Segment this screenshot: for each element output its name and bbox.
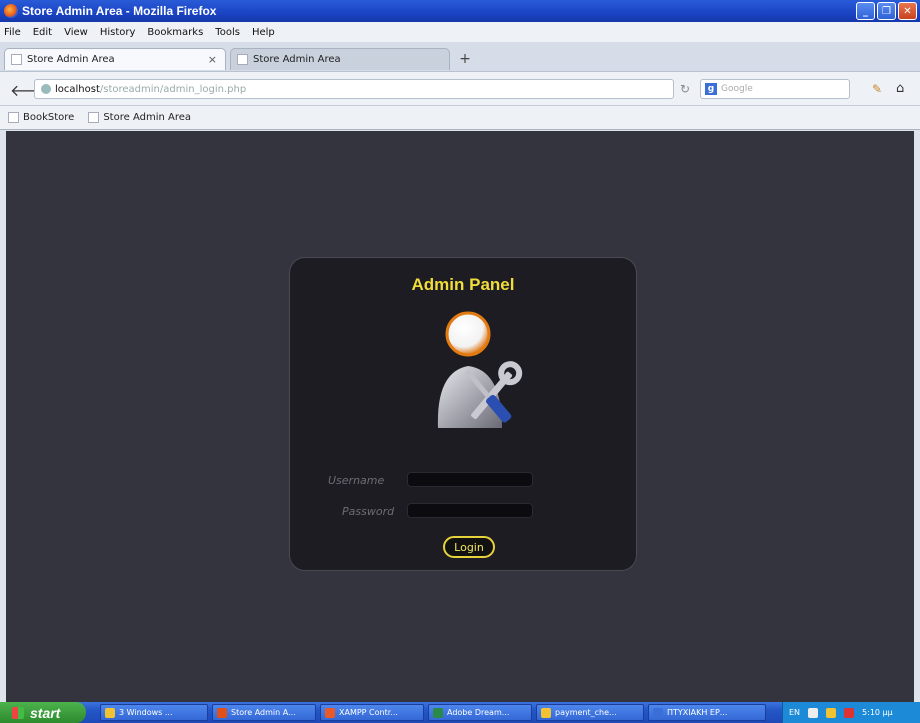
- close-window-button[interactable]: ✕: [898, 2, 917, 20]
- username-label: Username: [328, 474, 385, 487]
- firefox-icon: [4, 4, 18, 18]
- taskbar-item-firefox[interactable]: Store Admin A...: [212, 704, 316, 721]
- page-favicon-icon: [11, 54, 22, 65]
- window-title-bar: Store Admin Area - Mozilla Firefox _ ❐ ✕: [0, 0, 920, 22]
- firefox-icon: [217, 707, 227, 718]
- taskbar-item-payment[interactable]: payment_che...: [536, 704, 644, 721]
- new-tab-button[interactable]: +: [454, 50, 476, 68]
- bookmark-favicon-icon: [88, 112, 100, 123]
- taskbar-item-label: ΠΤΥΧΙΑΚΗ ΕΡ...: [667, 708, 728, 717]
- word-icon: [653, 707, 663, 718]
- site-identity-icon[interactable]: [41, 84, 51, 94]
- taskbar-item-windows[interactable]: 3 Windows ...: [100, 704, 208, 721]
- tray-network-icon[interactable]: [808, 707, 819, 718]
- file-icon: [541, 707, 551, 718]
- system-tray: EN 5:10 μμ: [782, 702, 920, 723]
- xampp-icon: [325, 707, 335, 718]
- taskbar-item-dreamweaver[interactable]: Adobe Dream...: [428, 704, 532, 721]
- taskbar-item-label: payment_che...: [555, 708, 617, 717]
- taskbar-item-xampp[interactable]: XAMPP Contr...: [320, 704, 424, 721]
- menu-file[interactable]: File: [4, 27, 21, 38]
- search-bar[interactable]: g Google: [700, 79, 850, 99]
- password-label: Password: [342, 505, 395, 518]
- window-title: Store Admin Area - Mozilla Firefox: [22, 4, 217, 18]
- tab-label: Store Admin Area: [253, 54, 341, 65]
- taskbar-item-label: Store Admin A...: [231, 708, 296, 717]
- navigation-bar: 🡐 localhost /storeadmin/admin_login.php …: [0, 72, 920, 106]
- bookmarks-toolbar: BookStore Store Admin Area: [0, 106, 920, 130]
- bookmark-store-admin-area[interactable]: Store Admin Area: [88, 112, 191, 123]
- minimize-button[interactable]: _: [856, 2, 875, 20]
- taskbar-item-document[interactable]: ΠΤΥΧΙΑΚΗ ΕΡ...: [648, 704, 766, 721]
- page-content: Admin Panel Username Password Login: [6, 131, 914, 702]
- start-button[interactable]: start: [0, 702, 86, 723]
- google-search-icon[interactable]: g: [705, 83, 717, 95]
- menu-view[interactable]: View: [64, 27, 88, 38]
- maximize-button[interactable]: ❐: [877, 2, 896, 20]
- tab-store-admin-inactive[interactable]: Store Admin Area: [230, 48, 450, 70]
- folder-icon: [105, 707, 115, 718]
- menu-tools[interactable]: Tools: [215, 27, 240, 38]
- windows-taskbar: start 3 Windows ... Store Admin A... XAM…: [0, 702, 920, 723]
- bookmark-favicon-icon: [8, 112, 19, 123]
- menu-help[interactable]: Help: [252, 27, 275, 38]
- menu-bar: File Edit View History Bookmarks Tools H…: [0, 22, 920, 42]
- taskbar-item-label: Adobe Dream...: [447, 708, 510, 717]
- tray-antivirus-icon[interactable]: [844, 707, 855, 718]
- tray-volume-icon[interactable]: [826, 707, 837, 718]
- address-bar[interactable]: localhost /storeadmin/admin_login.php: [34, 79, 674, 99]
- language-indicator[interactable]: EN: [789, 708, 800, 717]
- panel-title: Admin Panel: [411, 275, 515, 294]
- tab-close-icon[interactable]: ×: [208, 53, 217, 66]
- admin-login-panel: Admin Panel Username Password Login: [289, 257, 637, 571]
- feather-addon-icon[interactable]: ✎: [872, 82, 882, 96]
- dreamweaver-icon: [433, 707, 443, 718]
- bookmark-label: Store Admin Area: [103, 112, 191, 123]
- menu-bookmarks[interactable]: Bookmarks: [147, 27, 203, 38]
- home-icon[interactable]: ⌂: [896, 81, 904, 96]
- login-button[interactable]: Login: [443, 536, 495, 558]
- page-favicon-icon: [237, 54, 248, 65]
- password-field[interactable]: [407, 503, 533, 518]
- start-label: start: [30, 704, 61, 721]
- tray-clock[interactable]: 5:10 μμ: [862, 708, 893, 717]
- taskbar-item-label: XAMPP Contr...: [339, 708, 398, 717]
- reload-icon[interactable]: ↻: [680, 82, 690, 96]
- url-host: localhost: [55, 83, 100, 95]
- windows-logo-icon: [12, 706, 24, 719]
- search-placeholder: Google: [721, 84, 753, 94]
- tab-label: Store Admin Area: [27, 54, 115, 65]
- tab-strip: Store Admin Area × Store Admin Area +: [0, 42, 920, 72]
- menu-edit[interactable]: Edit: [33, 27, 52, 38]
- username-field[interactable]: [407, 472, 533, 487]
- bookmark-label: BookStore: [23, 112, 75, 123]
- tab-store-admin-active[interactable]: Store Admin Area ×: [4, 48, 226, 70]
- admin-tools-icon: [437, 311, 523, 428]
- url-path: /storeadmin/admin_login.php: [99, 83, 247, 95]
- taskbar-item-label: 3 Windows ...: [119, 708, 173, 717]
- bookmark-bookstore[interactable]: BookStore: [8, 112, 74, 123]
- menu-history[interactable]: History: [100, 27, 136, 38]
